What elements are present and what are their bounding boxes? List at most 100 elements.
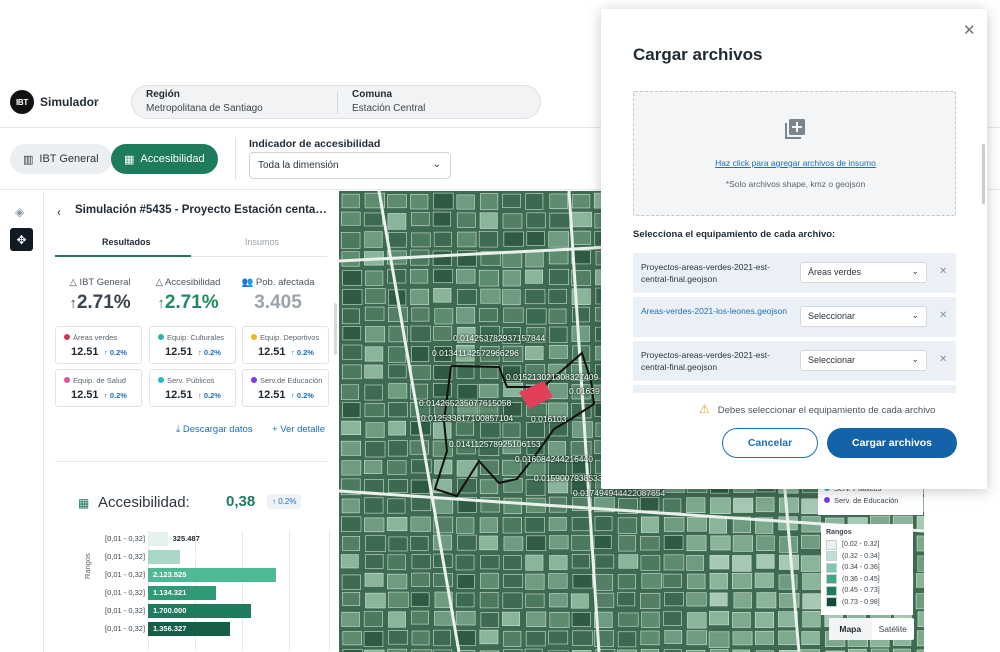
close-icon[interactable]: ✕ [963, 21, 976, 39]
add-files-link[interactable]: Haz click para agregar archivos de insum… [634, 158, 957, 168]
map-block [502, 251, 523, 268]
map-block [455, 610, 476, 626]
equipment-select[interactable]: Seleccionar ⌄ [800, 350, 927, 371]
map-block [802, 610, 821, 628]
equipment-card[interactable]: Equip. Deportivos 12.51 ↑ 0.2% [242, 326, 329, 364]
location-selector[interactable]: Región Metropolitana de Santiago Comuna … [131, 85, 541, 119]
tab-insumos[interactable]: Insumos [245, 237, 279, 247]
comuna-field[interactable]: Comuna Estación Central [352, 89, 425, 114]
modal-scrollbar[interactable] [982, 144, 985, 204]
map-block [640, 516, 659, 533]
map-block [478, 308, 498, 322]
simulation-icon[interactable]: ✥ [10, 228, 33, 251]
map-block [387, 268, 407, 284]
range-label: (0.34 - 0.36] [842, 564, 880, 572]
map-block [663, 535, 684, 550]
map-block [388, 536, 408, 552]
map-block [503, 630, 522, 647]
map-block [733, 497, 754, 513]
map-block [686, 535, 707, 552]
map-block [594, 574, 614, 591]
toggle-satelite[interactable]: Satélite [872, 618, 915, 640]
map-block [503, 536, 524, 551]
file-dropzone[interactable]: Haz click para agregar archivos de insum… [633, 91, 956, 216]
map-block [524, 289, 546, 305]
tab-accesibilidad[interactable]: ▦ Accesibilidad [111, 144, 218, 174]
indicator-select[interactable]: Toda la dimensión ⌄ [249, 152, 451, 179]
region-field[interactable]: Región Metropolitana de Santiago [146, 89, 263, 114]
map-block [502, 422, 521, 439]
app-name[interactable]: Simulador [40, 95, 99, 109]
warning-icon: ⚠ [699, 402, 710, 416]
map-block [388, 479, 408, 493]
link-label: Ver detalle [280, 424, 326, 435]
warning-text: Debes seleccionar el equipamiento de cad… [717, 405, 936, 416]
layers-icon[interactable]: ◈ [15, 205, 24, 219]
bar [148, 550, 180, 564]
toggle-mapa[interactable]: Mapa [829, 618, 872, 640]
map-block [388, 364, 407, 379]
cancel-button[interactable]: Cancelar [722, 428, 818, 458]
range-swatch [826, 585, 837, 596]
warning-triangle-icon: △ [155, 277, 165, 288]
map-block [571, 230, 591, 245]
map-block [479, 535, 498, 551]
remove-file-icon[interactable]: ✕ [939, 266, 947, 277]
kpi-label: IBT General [79, 277, 131, 288]
map-block [526, 422, 545, 438]
tab-ibt-general[interactable]: ▥ IBT General [10, 144, 112, 174]
map-block [386, 517, 408, 532]
upload-files-button[interactable]: Cargar archivos [827, 428, 957, 458]
map-block [479, 592, 499, 609]
range-item: [0.02 - 0.32] [826, 539, 908, 551]
map-block [363, 631, 384, 647]
map-block [709, 611, 730, 626]
equipment-select[interactable]: Seleccionar ⌄ [800, 306, 927, 327]
download-data-link[interactable]: ⤓ Descargar datos [176, 424, 253, 435]
map-block [571, 325, 590, 342]
equipment-card[interactable]: Equip. de Salud 12.51 ↑ 0.2% [55, 369, 142, 407]
equipment-card[interactable]: Serv.de Educación 12.51 ↑ 0.2% [242, 369, 329, 407]
bar-row: [0,01 - 0,32] 1.356.327 [45, 621, 338, 637]
map-block [754, 572, 774, 588]
ibt-logo: IBT [10, 90, 34, 114]
equipment-value: 12.51 [71, 389, 99, 401]
equipment-card[interactable]: Serv. Públicos 12.51 ↑ 0.2% [149, 369, 236, 407]
map-block [456, 574, 475, 589]
map-block [572, 306, 590, 323]
equipment-card[interactable]: Equip. Culturales 12.51 ↑ 0.2% [149, 326, 236, 364]
map-block [388, 306, 408, 323]
back-chevron-icon[interactable]: ‹ [57, 205, 61, 219]
color-dot [251, 377, 257, 383]
map-block [754, 611, 774, 628]
tab-resultados[interactable]: Resultados [102, 237, 151, 247]
map-block [365, 288, 386, 304]
map-block [411, 554, 431, 570]
remove-file-icon[interactable]: ✕ [939, 354, 947, 365]
equipment-change: ↑ 0.2% [104, 391, 127, 400]
map-type-toggle[interactable]: Mapa Satélite [829, 618, 914, 640]
view-detail-link[interactable]: + Ver detalle [272, 424, 325, 435]
map-block [388, 611, 406, 628]
map-block [502, 592, 523, 609]
kpi-poblacion: 👥 Pob. afectada 3.405 [235, 277, 321, 314]
map-block [432, 211, 452, 227]
remove-file-icon[interactable]: ✕ [939, 310, 947, 321]
bar [148, 532, 168, 546]
equipment-card[interactable]: Áreas verdes 12.51 ↑ 0.2% [55, 326, 142, 364]
highlighted-parcel[interactable] [519, 381, 553, 409]
file-name: Proyectos-areas-verdes-2021-est-central-… [641, 350, 770, 372]
ranges-legend: Rangos [0.02 - 0.32] (0.32 - 0.34] (0.34 -… [821, 524, 913, 615]
map-block [342, 535, 361, 551]
chevron-down-icon[interactable]: ⌄ [92, 94, 100, 105]
map-block [410, 212, 430, 227]
chevron-down-icon: ⌄ [432, 159, 441, 170]
equipment-label: Equip. Deportivos [260, 333, 320, 342]
equipment-select[interactable]: Áreas verdes ⌄ [800, 262, 927, 283]
map-block [411, 630, 430, 646]
category-label: [0,01 - 0,32] [105, 570, 146, 579]
map-block [502, 269, 521, 287]
map-block [479, 629, 499, 645]
panel-scrollbar[interactable] [334, 303, 337, 355]
file-name[interactable]: Areas-verdes-2021-los-leones.geojson [641, 305, 791, 317]
